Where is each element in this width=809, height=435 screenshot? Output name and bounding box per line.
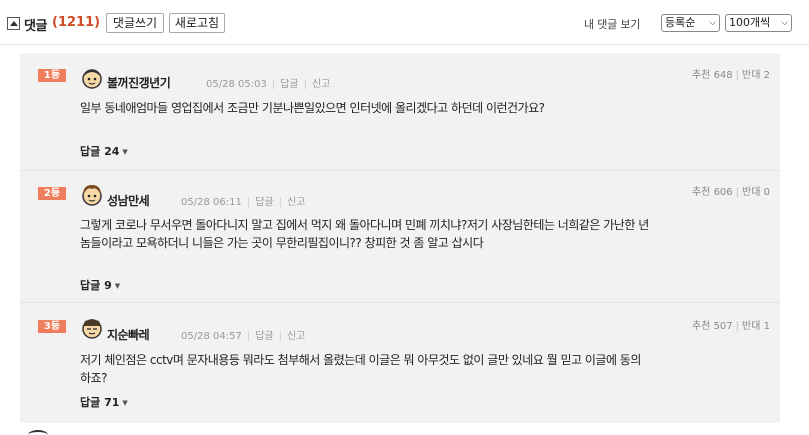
sort-select-value: 등록순 xyxy=(665,16,696,29)
reply-count: 9 xyxy=(104,279,112,292)
upvote-button[interactable]: 추천 606 xyxy=(692,187,733,198)
my-comments-link[interactable]: 내 댓글 보기 xyxy=(584,16,640,32)
comment-text: 그렇게 코로나 무서우면 돌아다니지 말고 집에서 먹지 왜 돌아다니며 민폐 … xyxy=(80,218,649,250)
avatar xyxy=(82,185,102,206)
page-size-select-value: 100개씩 xyxy=(729,16,771,29)
comment-divider xyxy=(20,302,780,303)
comment-date: 05/28 06:11 xyxy=(181,197,242,208)
vote-counts: 추천 648 | 반대 2 xyxy=(691,70,770,81)
downvote-button[interactable]: 반대 2 xyxy=(742,70,770,81)
comment-meta: 05/28 05:03 | 답글 | 신고 xyxy=(206,79,331,90)
downvote-button[interactable]: 반대 1 xyxy=(742,321,770,332)
chevron-down-icon: ▼ xyxy=(114,282,121,290)
reply-count: 24 xyxy=(104,145,120,158)
header-divider xyxy=(0,44,809,45)
comment-text: 일부 동네애엄마들 영업집에서 조금만 기분나쁜일있으면 인터넷에 올리겠다고 … xyxy=(80,101,545,115)
reply-toggle[interactable]: 답글 9 ▼ xyxy=(80,277,120,293)
chevron-down-icon: ▼ xyxy=(122,148,128,156)
comment-divider xyxy=(20,170,780,171)
page-size-select[interactable]: 100개씩 ⌵ xyxy=(725,14,792,32)
upvote-count: 507 xyxy=(713,321,733,332)
vote-counts: 추천 507 | 반대 1 xyxy=(691,321,770,332)
comment-meta: 05/28 06:11 | 답글 | 신고 xyxy=(181,197,306,208)
report-action[interactable]: 신고 xyxy=(287,197,305,208)
reply-count: 71 xyxy=(104,396,120,409)
comments-count: (1211) xyxy=(52,15,101,30)
downvote-count: 0 xyxy=(763,187,770,198)
avatar xyxy=(82,319,102,339)
downvote-count: 1 xyxy=(763,321,770,332)
sort-select[interactable]: 등록순 ⌵ xyxy=(661,14,720,32)
reply-action[interactable]: 답글 xyxy=(280,79,298,90)
comment-date: 05/28 05:03 xyxy=(206,79,267,90)
reply-toggle[interactable]: 답글 24 ▼ xyxy=(80,143,128,159)
downvote-button[interactable]: 반대 0 xyxy=(742,187,770,198)
report-action[interactable]: 신고 xyxy=(287,331,305,342)
rank-badge: 1등 xyxy=(38,69,66,82)
refresh-button[interactable]: 새로고침 xyxy=(169,13,225,33)
upvote-count: 648 xyxy=(713,70,733,81)
chevron-down-icon: ⌵ xyxy=(781,18,788,28)
upvote-count: 606 xyxy=(713,187,733,198)
downvote-count: 2 xyxy=(763,70,770,81)
comments-header: 댓글 (1211) 댓글쓰기 새로고침 내 댓글 보기 등록순 ⌵ 100개씩 … xyxy=(0,0,809,44)
reply-action[interactable]: 답글 xyxy=(255,197,273,208)
reply-toggle[interactable]: 답글 71 ▼ xyxy=(80,394,128,410)
comment-nickname[interactable]: 지순빠레 xyxy=(107,326,150,343)
chevron-down-icon: ⌵ xyxy=(709,18,716,28)
comment-meta: 05/28 04:57 | 답글 | 신고 xyxy=(181,331,306,342)
comment-nickname[interactable]: 성남만세 xyxy=(107,192,150,209)
avatar xyxy=(28,430,48,435)
comment-date: 05/28 04:57 xyxy=(181,331,242,342)
rank-badge: 3등 xyxy=(38,320,66,333)
write-comment-button[interactable]: 댓글쓰기 xyxy=(106,13,164,33)
chevron-down-icon: ▼ xyxy=(122,399,128,407)
comments-title: 댓글 xyxy=(24,19,47,34)
upvote-button[interactable]: 추천 507 xyxy=(692,321,733,332)
avatar xyxy=(82,69,102,89)
collapse-icon[interactable] xyxy=(7,17,20,30)
rank-badge: 2등 xyxy=(38,187,66,200)
vote-counts: 추천 606 | 반대 0 xyxy=(691,187,770,198)
report-action[interactable]: 신고 xyxy=(312,79,330,90)
upvote-button[interactable]: 추천 648 xyxy=(692,70,733,81)
reply-action[interactable]: 답글 xyxy=(255,331,273,342)
comment-nickname[interactable]: 볼꺼진갱년기 xyxy=(107,74,171,91)
comment-text: 저기 체인점은 cctv며 문자내용등 뭐라도 첨부해서 올렸는데 이글은 뭐 … xyxy=(80,353,641,385)
